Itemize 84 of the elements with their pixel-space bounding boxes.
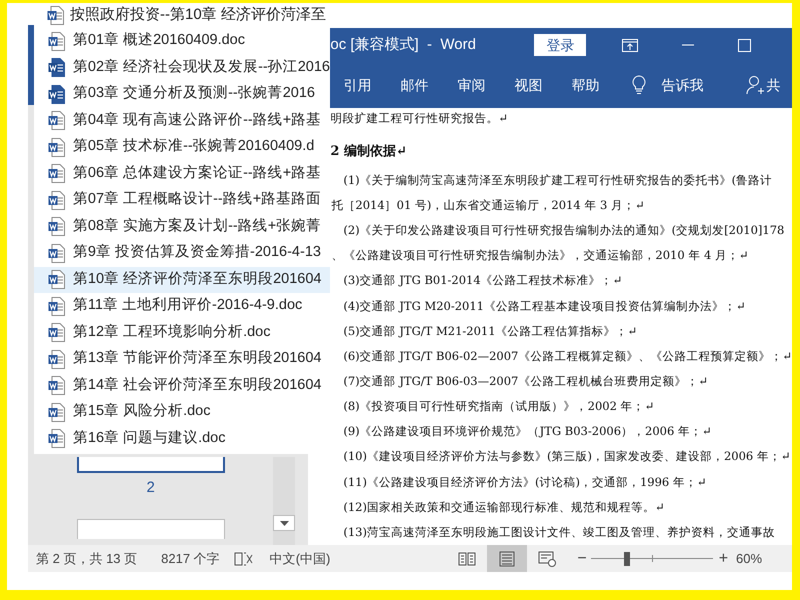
zoom-slider[interactable]: [590, 552, 713, 566]
recent-file-item[interactable]: 第16章 问题与建议.doc: [34, 426, 330, 452]
scroll-down-button[interactable]: [273, 515, 296, 531]
document-text: 明段扩建工程可行性研究报告。↵: [330, 110, 508, 128]
word-document-icon: [48, 429, 65, 448]
word-document-icon: [48, 217, 65, 236]
section-heading: 2 编制依据↵: [330, 142, 407, 162]
recent-file-item[interactable]: 第12章 工程环境影响分析.doc: [34, 320, 330, 346]
ribbon-tab[interactable]: 邮件: [400, 74, 428, 96]
ribbon-display-icon: [622, 38, 638, 52]
window-title: oc [兼容模式] - Word: [330, 34, 477, 55]
print-layout-icon: [498, 550, 516, 566]
document-text: (7)交通部 JTG/T B06-03—2007《公路工程机械台班费用定额》；↵: [343, 372, 708, 390]
word-document-icon: [48, 402, 65, 422]
word-document-icon: [48, 376, 65, 396]
recent-file-item[interactable]: 第9章 投资估算及资金筹措-2016-4-13: [34, 240, 330, 266]
zoom-level[interactable]: 60%: [736, 548, 762, 568]
word-document-icon: [48, 323, 65, 342]
proofing-icon: [234, 550, 254, 566]
recent-file-item[interactable]: 第06章 总体建设方案论证--路线+路基: [34, 160, 330, 187]
document-text: 、《公路建设项目可行性研究报告编制办法》，交通运输部，2010 年 4 月；↵: [331, 247, 749, 264]
document-text: (4)交通部 JTG M20-2011《公路工程基本建设项目投资估算编制办法》；↵: [343, 298, 746, 315]
document-text: (2)《关于印发公路建设项目可行性研究报告编制办法的通知》(交规划发[2010]178: [343, 222, 784, 240]
word-count[interactable]: 8217 个字: [161, 548, 220, 568]
word-document-icon: [48, 244, 65, 263]
lightbulb-icon: [632, 75, 646, 95]
document-text: (12)国家相关政策和交通运输部现行标准、规范和规程等。↵: [343, 498, 665, 516]
maximize-icon: [738, 38, 752, 52]
document-text: (10)《建设项目经济评价方法与参数》(第三版)，国家发改委、建设部，2006 年；↵: [343, 448, 791, 466]
recent-file-item[interactable]: 第10章 经济评价菏泽至东明段201604: [34, 266, 330, 293]
recent-file-item[interactable]: 第13章 节能评价菏泽至东明段201604: [34, 346, 330, 372]
language-label[interactable]: 中文(中国): [270, 548, 330, 568]
caret-down-icon: [280, 520, 289, 526]
word-document-icon: [48, 58, 65, 78]
word-document-icon: [48, 164, 65, 184]
recent-file-item[interactable]: 第05章 技术标准--张婉菁20160409.d: [34, 134, 330, 160]
page-thumbnail[interactable]: [76, 518, 225, 538]
scrollbar[interactable]: [273, 457, 296, 545]
sign-in-button[interactable]: 登录: [534, 34, 586, 56]
word-document-icon: [48, 32, 65, 51]
recent-file-item[interactable]: 第14章 社会评价菏泽至东明段201604: [34, 372, 330, 399]
word-document-icon: [48, 84, 65, 104]
scroll-thumb[interactable]: [28, 25, 34, 105]
tell-me-search[interactable]: 告诉我: [661, 74, 704, 96]
recent-file-item[interactable]: 第07章 工程概略设计--路线+路基路面: [34, 187, 330, 214]
view-button[interactable]: [487, 545, 528, 572]
recent-file-item[interactable]: 第08章 实施方案及计划--路线+张婉菁: [34, 214, 330, 240]
word-document-icon: [48, 296, 65, 316]
minimize-icon: [682, 44, 694, 46]
page-number: 2: [146, 478, 155, 498]
ribbon-tab[interactable]: 引用: [343, 74, 372, 96]
recent-file-item[interactable]: 第15章 风险分析.doc: [34, 399, 330, 426]
recent-file-item[interactable]: 第01章 概述20160409.doc: [34, 28, 330, 54]
document-text: (11)《公路建设项目经济评价方法》(讨论稿)，交通部，1996 年；↵: [343, 474, 707, 491]
web-layout-icon: [538, 550, 556, 566]
zoom-out-button[interactable]: −: [577, 546, 587, 570]
word-document-icon: [48, 138, 65, 157]
word-document-icon: [48, 111, 65, 130]
ribbon-tab[interactable]: 审阅: [457, 74, 486, 96]
page-thumbnail[interactable]: [76, 457, 225, 473]
zoom-slider-thumb[interactable]: [624, 552, 630, 566]
jump-list-title: 按照政府投资--第10章 经济评价菏泽至: [70, 5, 326, 26]
ribbon-tab[interactable]: 视图: [514, 74, 542, 96]
document-text: (6)交通部 JTG/T B06-02—2007《公路工程概算定额》、《公路工程预算定额》；↵: [343, 348, 792, 365]
document-text: (3)交通部 JTG B01-2014《公路工程技术标准》；↵: [343, 272, 622, 290]
recent-file-item[interactable]: 第03章 交通分析及预测--张婉菁2016: [34, 81, 330, 108]
document-text: (9)《公路建设项目环境评价规范》（JTG B03-2006），2006 年；↵: [343, 423, 712, 440]
share-button[interactable]: 共: [766, 74, 780, 96]
ribbon-tab[interactable]: 帮助: [571, 74, 600, 96]
word-document-icon: [48, 270, 65, 290]
word-document-icon: [48, 350, 65, 369]
document-text: (8)《投资项目可行性研究指南（试用版）》，2002 年；↵: [343, 398, 654, 416]
person-add-icon: [746, 75, 764, 95]
word-document-icon: [48, 190, 65, 210]
document-text: (13)菏宝高速菏泽至东明段施工图设计文件、竣工图及管理、养护资料，交通事故: [343, 524, 775, 541]
recent-file-item[interactable]: 第04章 现有高速公路评价--路线+路基: [34, 108, 330, 134]
recent-file-item[interactable]: 第02章 经济社会现状及发展--孙江2016: [34, 54, 330, 81]
read-mode-icon: [458, 550, 476, 566]
document-text: (5)交通部 JTG/T M21-2011《公路工程估算指标》；↵: [343, 322, 638, 340]
document-text: (1)《关于编制菏宝高速菏泽至东明段扩建工程可行性研究报告的委托书》(鲁路计: [343, 172, 772, 189]
recent-file-item[interactable]: 第11章 土地利用评价-2016-4-9.doc: [34, 293, 330, 320]
page-count[interactable]: 第 2 页，共 13 页: [36, 548, 138, 568]
document-text: 托［2014］01 号)，山东省交通运输厅，2014 年 3 月；↵: [331, 196, 645, 214]
zoom-in-button[interactable]: +: [718, 546, 728, 570]
